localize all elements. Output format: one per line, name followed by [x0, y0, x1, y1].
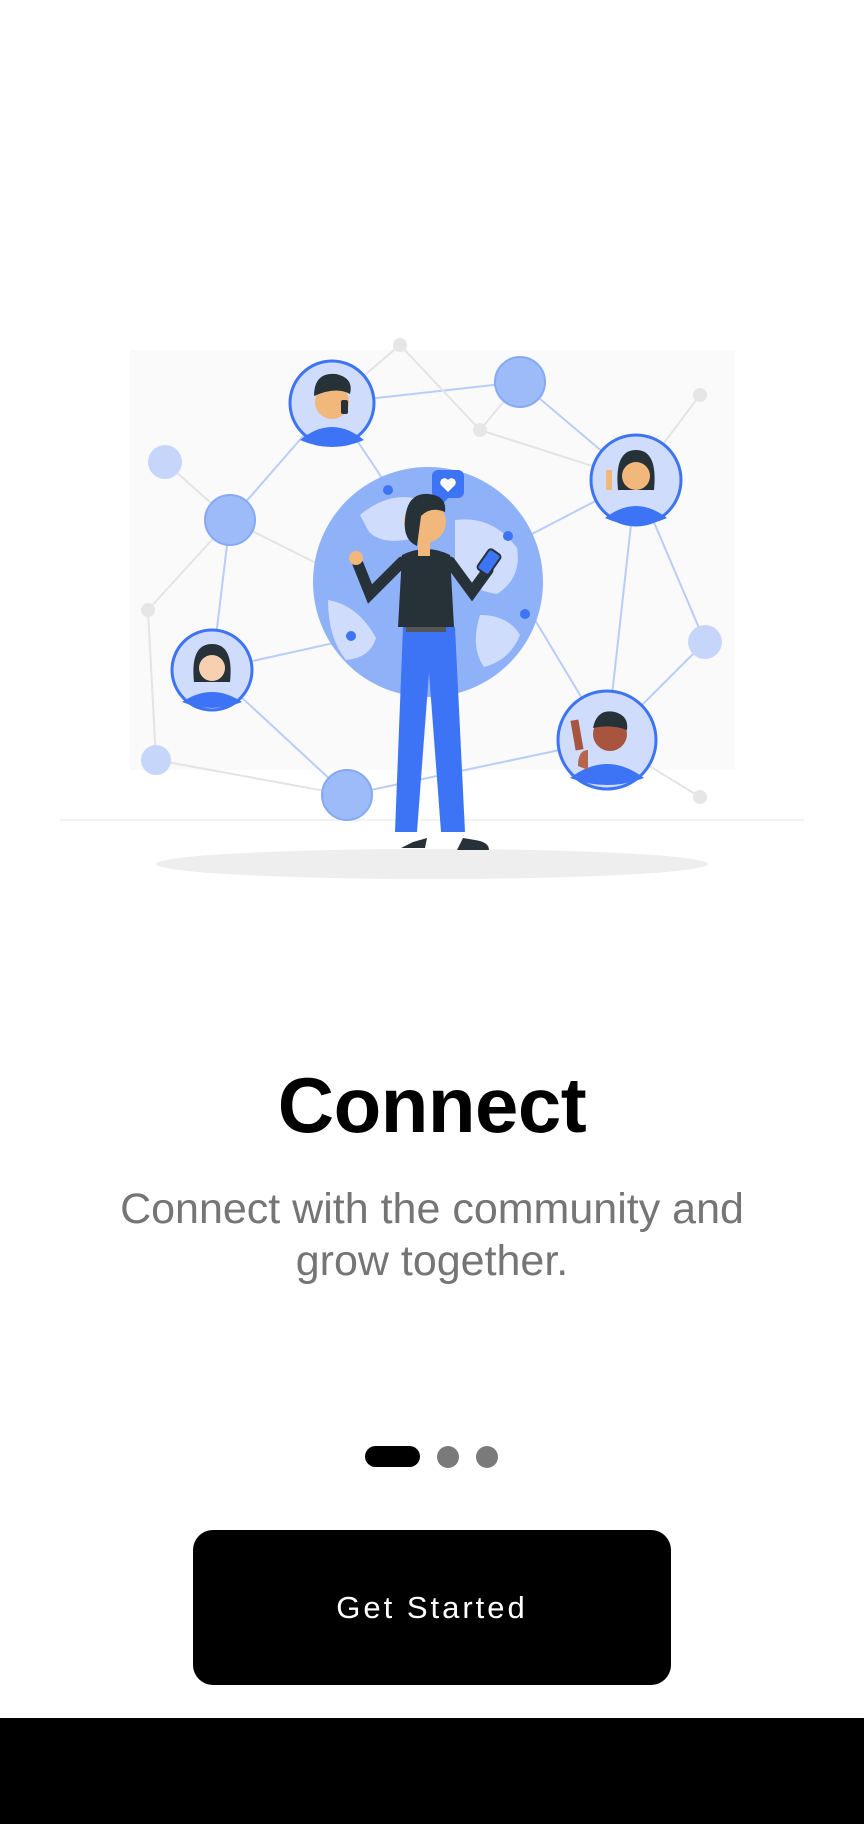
page-dot-3[interactable] [476, 1446, 498, 1468]
page-subtitle: Connect with the community and grow toge… [120, 1185, 744, 1285]
page-dot-active[interactable] [365, 1446, 420, 1467]
avatar-woman-smile [170, 628, 254, 712]
page-dot-2[interactable] [437, 1446, 459, 1468]
onboarding-screen: Connect Connect with the community and g… [0, 0, 864, 1718]
get-started-button[interactable]: Get Started [193, 1530, 671, 1685]
avatar-man-phone [288, 359, 376, 447]
connect-illustration [60, 338, 804, 879]
avatar-woman-raised [589, 433, 683, 527]
page-title: Connect [277, 1061, 587, 1149]
system-navigation-bar [0, 1718, 864, 1824]
page-indicator [0, 1444, 864, 1468]
avatar-man-cheer [556, 689, 658, 791]
